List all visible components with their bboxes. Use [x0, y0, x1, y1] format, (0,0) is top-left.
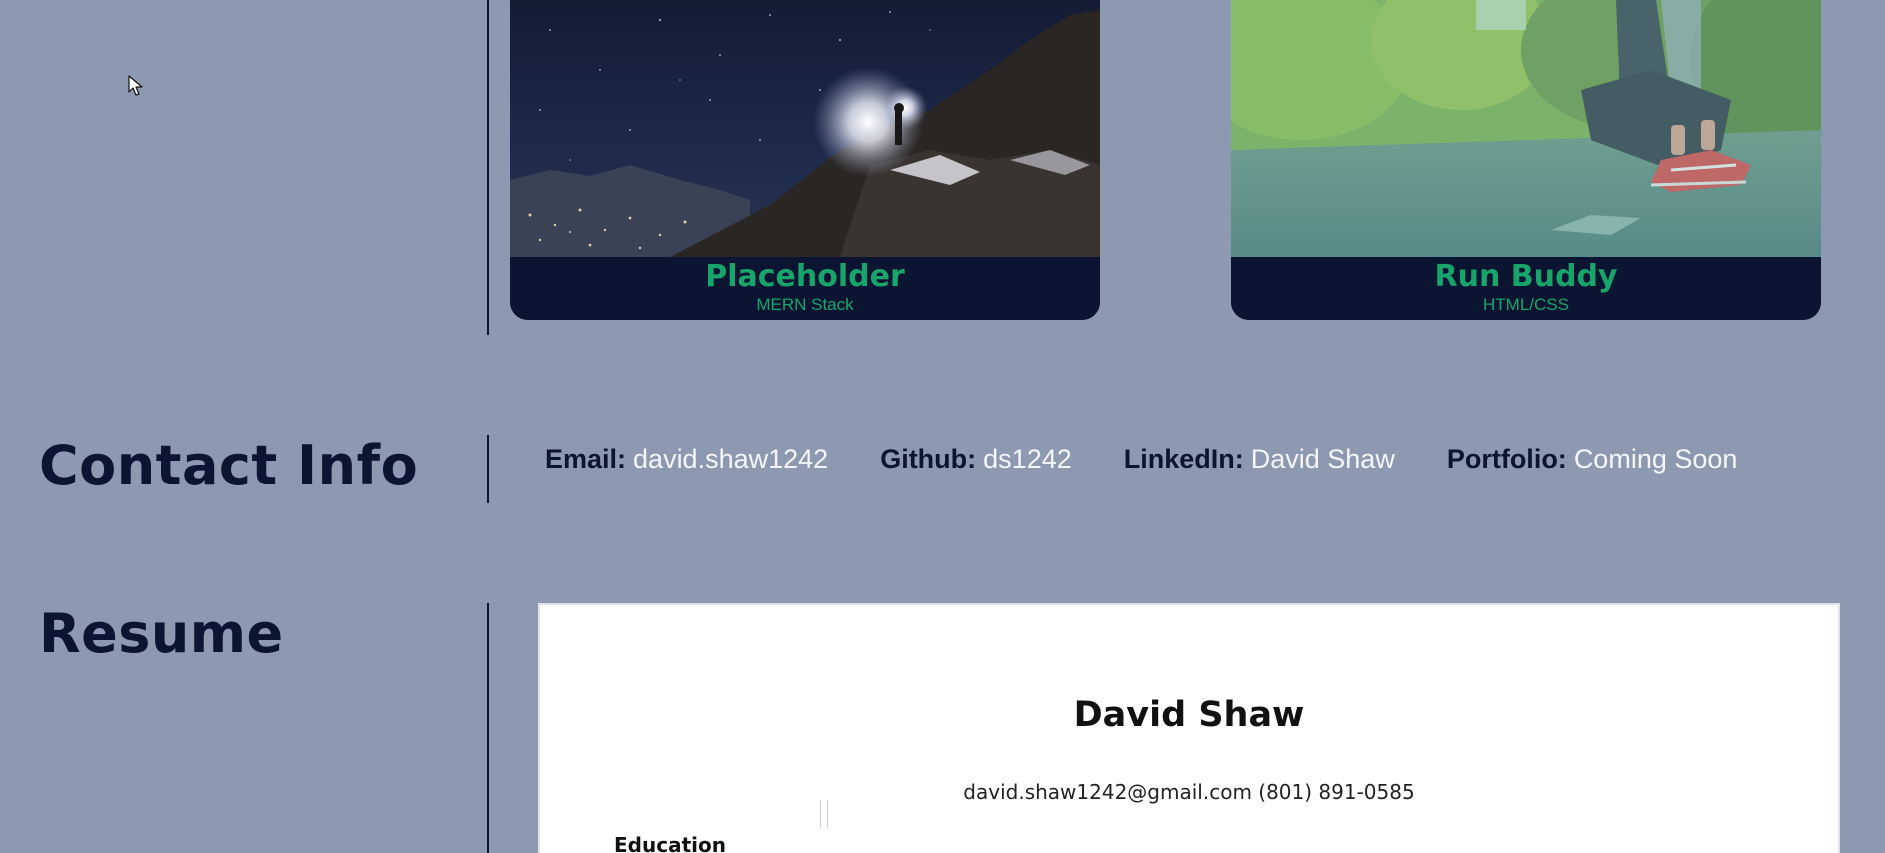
contact-label: Portfolio: — [1446, 444, 1567, 474]
resume-divider — [487, 603, 489, 853]
contact-info-heading: Contact Info — [39, 434, 419, 497]
project-card-placeholder[interactable]: Placeholder MERN Stack — [510, 0, 1100, 320]
project-image-night-hiker — [510, 0, 1100, 257]
email-link[interactable]: david.shaw1242 — [633, 444, 828, 475]
contact-label: Email: — [545, 444, 627, 474]
resume-name: David Shaw — [1073, 695, 1305, 735]
projects-divider — [487, 0, 489, 335]
mouse-pointer-icon — [128, 75, 143, 96]
contact-email: Email: david.shaw1242 — [545, 444, 828, 475]
project-subtitle: HTML/CSS — [1483, 295, 1569, 314]
resume-section-heading: Education — [614, 833, 726, 853]
project-image-runner-lacing-shoe — [1231, 0, 1821, 257]
contact-label: LinkedIn: — [1123, 444, 1244, 474]
contact-github: Github: ds1242 — [880, 444, 1072, 475]
project-title[interactable]: Run Buddy — [1231, 259, 1821, 295]
linkedin-link[interactable]: David Shaw — [1251, 444, 1395, 475]
contact-divider — [487, 435, 489, 503]
text-cursor-icon — [820, 800, 828, 828]
contact-linkedin: LinkedIn: David Shaw — [1124, 444, 1395, 475]
contact-portfolio: Portfolio: Coming Soon — [1447, 444, 1738, 475]
resume-contact-line: david.shaw1242@gmail.com (801) 891-0585 — [963, 780, 1415, 804]
project-card-footer: Placeholder MERN Stack — [510, 257, 1100, 320]
resume-heading: Resume — [39, 602, 284, 665]
resume-document[interactable]: David Shaw david.shaw1242@gmail.com (801… — [538, 603, 1840, 853]
project-subtitle: MERN Stack — [756, 295, 854, 314]
github-link[interactable]: ds1242 — [983, 444, 1072, 475]
portfolio-link[interactable]: Coming Soon — [1574, 444, 1738, 475]
contact-list: Email: david.shaw1242 Github: ds1242 Lin… — [545, 444, 1737, 475]
project-title[interactable]: Placeholder — [510, 259, 1100, 295]
contact-label: Github: — [880, 444, 977, 474]
portfolio-page: Placeholder MERN Stack Run Buddy HTML/CS… — [0, 0, 1885, 853]
project-card-run-buddy[interactable]: Run Buddy HTML/CSS — [1231, 0, 1821, 320]
project-card-footer: Run Buddy HTML/CSS — [1231, 257, 1821, 320]
